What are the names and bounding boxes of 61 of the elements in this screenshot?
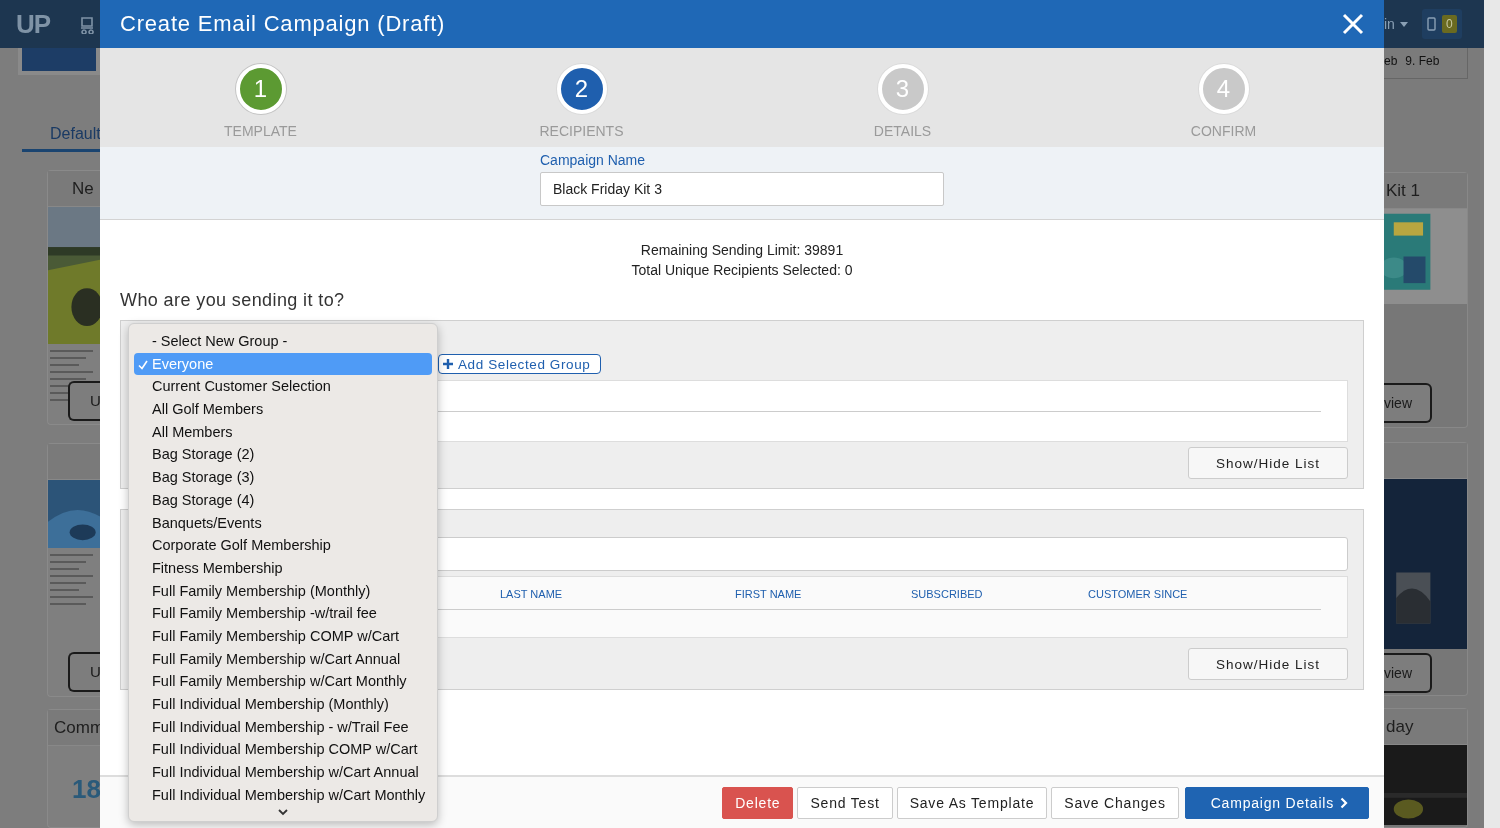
dropdown-option[interactable]: Full Individual Membership - w/Trail Fee xyxy=(134,715,432,739)
dropdown-option[interactable]: Bag Storage (2) xyxy=(134,443,432,467)
add-group-button[interactable]: Add Selected Group xyxy=(438,354,602,374)
chevron-down-icon[interactable] xyxy=(278,809,288,817)
dropdown-option[interactable]: All Golf Members xyxy=(134,398,432,421)
dropdown-option[interactable]: Full Individual Membership w/Cart Monthly xyxy=(134,783,432,807)
notification-badge: 0 xyxy=(1441,15,1457,33)
plus-icon xyxy=(443,359,453,369)
check-icon xyxy=(138,359,148,370)
account-menu[interactable]: in xyxy=(1384,16,1408,32)
card-number: 18 xyxy=(71,772,100,805)
dropdown-option[interactable]: Full Family Membership (Monthly) xyxy=(134,579,432,603)
phone-icon xyxy=(1426,17,1436,31)
dropdown-option[interactable]: Full Family Membership COMP w/Cart xyxy=(134,624,432,648)
footer-button[interactable]: Save As Template xyxy=(896,786,1048,819)
column-header[interactable]: CUSTOMER SINCE xyxy=(1088,588,1288,600)
card-title: day xyxy=(1384,708,1467,745)
step-label: RECIPIENTS xyxy=(539,123,624,139)
dropdown-option[interactable]: Full Family Membership w/Cart Annual xyxy=(134,647,432,671)
show-hide-button[interactable]: Show/Hide List xyxy=(1188,648,1348,680)
dropdown-option[interactable]: Corporate Golf Membership xyxy=(134,534,432,557)
golf-cart-icon[interactable] xyxy=(80,14,95,34)
dropdown-option[interactable]: Full Individual Membership (Monthly) xyxy=(134,693,432,716)
date-label: eb xyxy=(1384,54,1398,68)
step-label: CONFIRM xyxy=(1190,123,1257,139)
step-label: TEMPLATE xyxy=(224,123,297,139)
step-circle[interactable]: 2 xyxy=(556,64,607,114)
dropdown-option[interactable]: Full Individual Membership COMP w/Cart xyxy=(134,738,432,762)
dropdown-option[interactable]: Fitness Membership xyxy=(134,556,432,580)
date-label: 9. Feb xyxy=(1405,54,1440,68)
campaign-name-field[interactable]: Black Friday Kit 3 xyxy=(540,172,944,206)
footer-button[interactable]: Send Test xyxy=(797,786,893,819)
chevron-right-icon xyxy=(1340,796,1348,809)
footer-button[interactable]: Delete xyxy=(722,786,794,819)
footer-button[interactable]: Campaign Details xyxy=(1184,786,1369,819)
footer-button[interactable]: Save Changes xyxy=(1051,786,1179,819)
caret-icon xyxy=(1399,21,1408,27)
field-label: Campaign Name xyxy=(540,152,647,168)
column-header[interactable]: SUBSCRIBED xyxy=(911,588,1088,600)
show-hide-button[interactable]: Show/Hide List xyxy=(1188,447,1348,479)
dropdown-option[interactable]: Bag Storage (3) xyxy=(134,466,432,489)
preview-button[interactable]: view xyxy=(1384,382,1432,423)
column-header[interactable]: FIRST NAME xyxy=(735,588,911,600)
preview-button[interactable]: view xyxy=(1384,652,1432,693)
dialog-title: Create Email Campaign (Draft) xyxy=(120,11,446,37)
question-heading: Who are you sending it to? xyxy=(120,290,346,311)
dropdown-option[interactable]: Banquets/Events xyxy=(134,511,432,535)
recipients-count-text: Total Unique Recipients Selected: 0 xyxy=(630,261,854,280)
close-icon[interactable] xyxy=(1342,13,1364,35)
step-label: DETAILS xyxy=(873,123,932,139)
sending-limit-text: Remaining Sending Limit: 39891 xyxy=(639,241,845,260)
dropdown-option[interactable]: Full Family Membership w/Cart Monthly xyxy=(134,670,432,693)
dropdown-option[interactable]: Full Family Membership -w/trail fee xyxy=(134,602,432,625)
dropdown-option[interactable]: All Members xyxy=(134,420,432,444)
dropdown-option[interactable]: - Select New Group - xyxy=(134,330,432,353)
card-title: Ne xyxy=(48,171,100,208)
card-title: Kit 1 xyxy=(1384,172,1467,209)
dropdown-option[interactable]: Bag Storage (4) xyxy=(134,488,432,512)
dropdown-option[interactable]: Current Customer Selection xyxy=(134,375,432,399)
column-header[interactable]: LAST NAME xyxy=(500,588,735,600)
dropdown-option[interactable]: Full Individual Membership w/Cart Annual xyxy=(134,761,432,784)
